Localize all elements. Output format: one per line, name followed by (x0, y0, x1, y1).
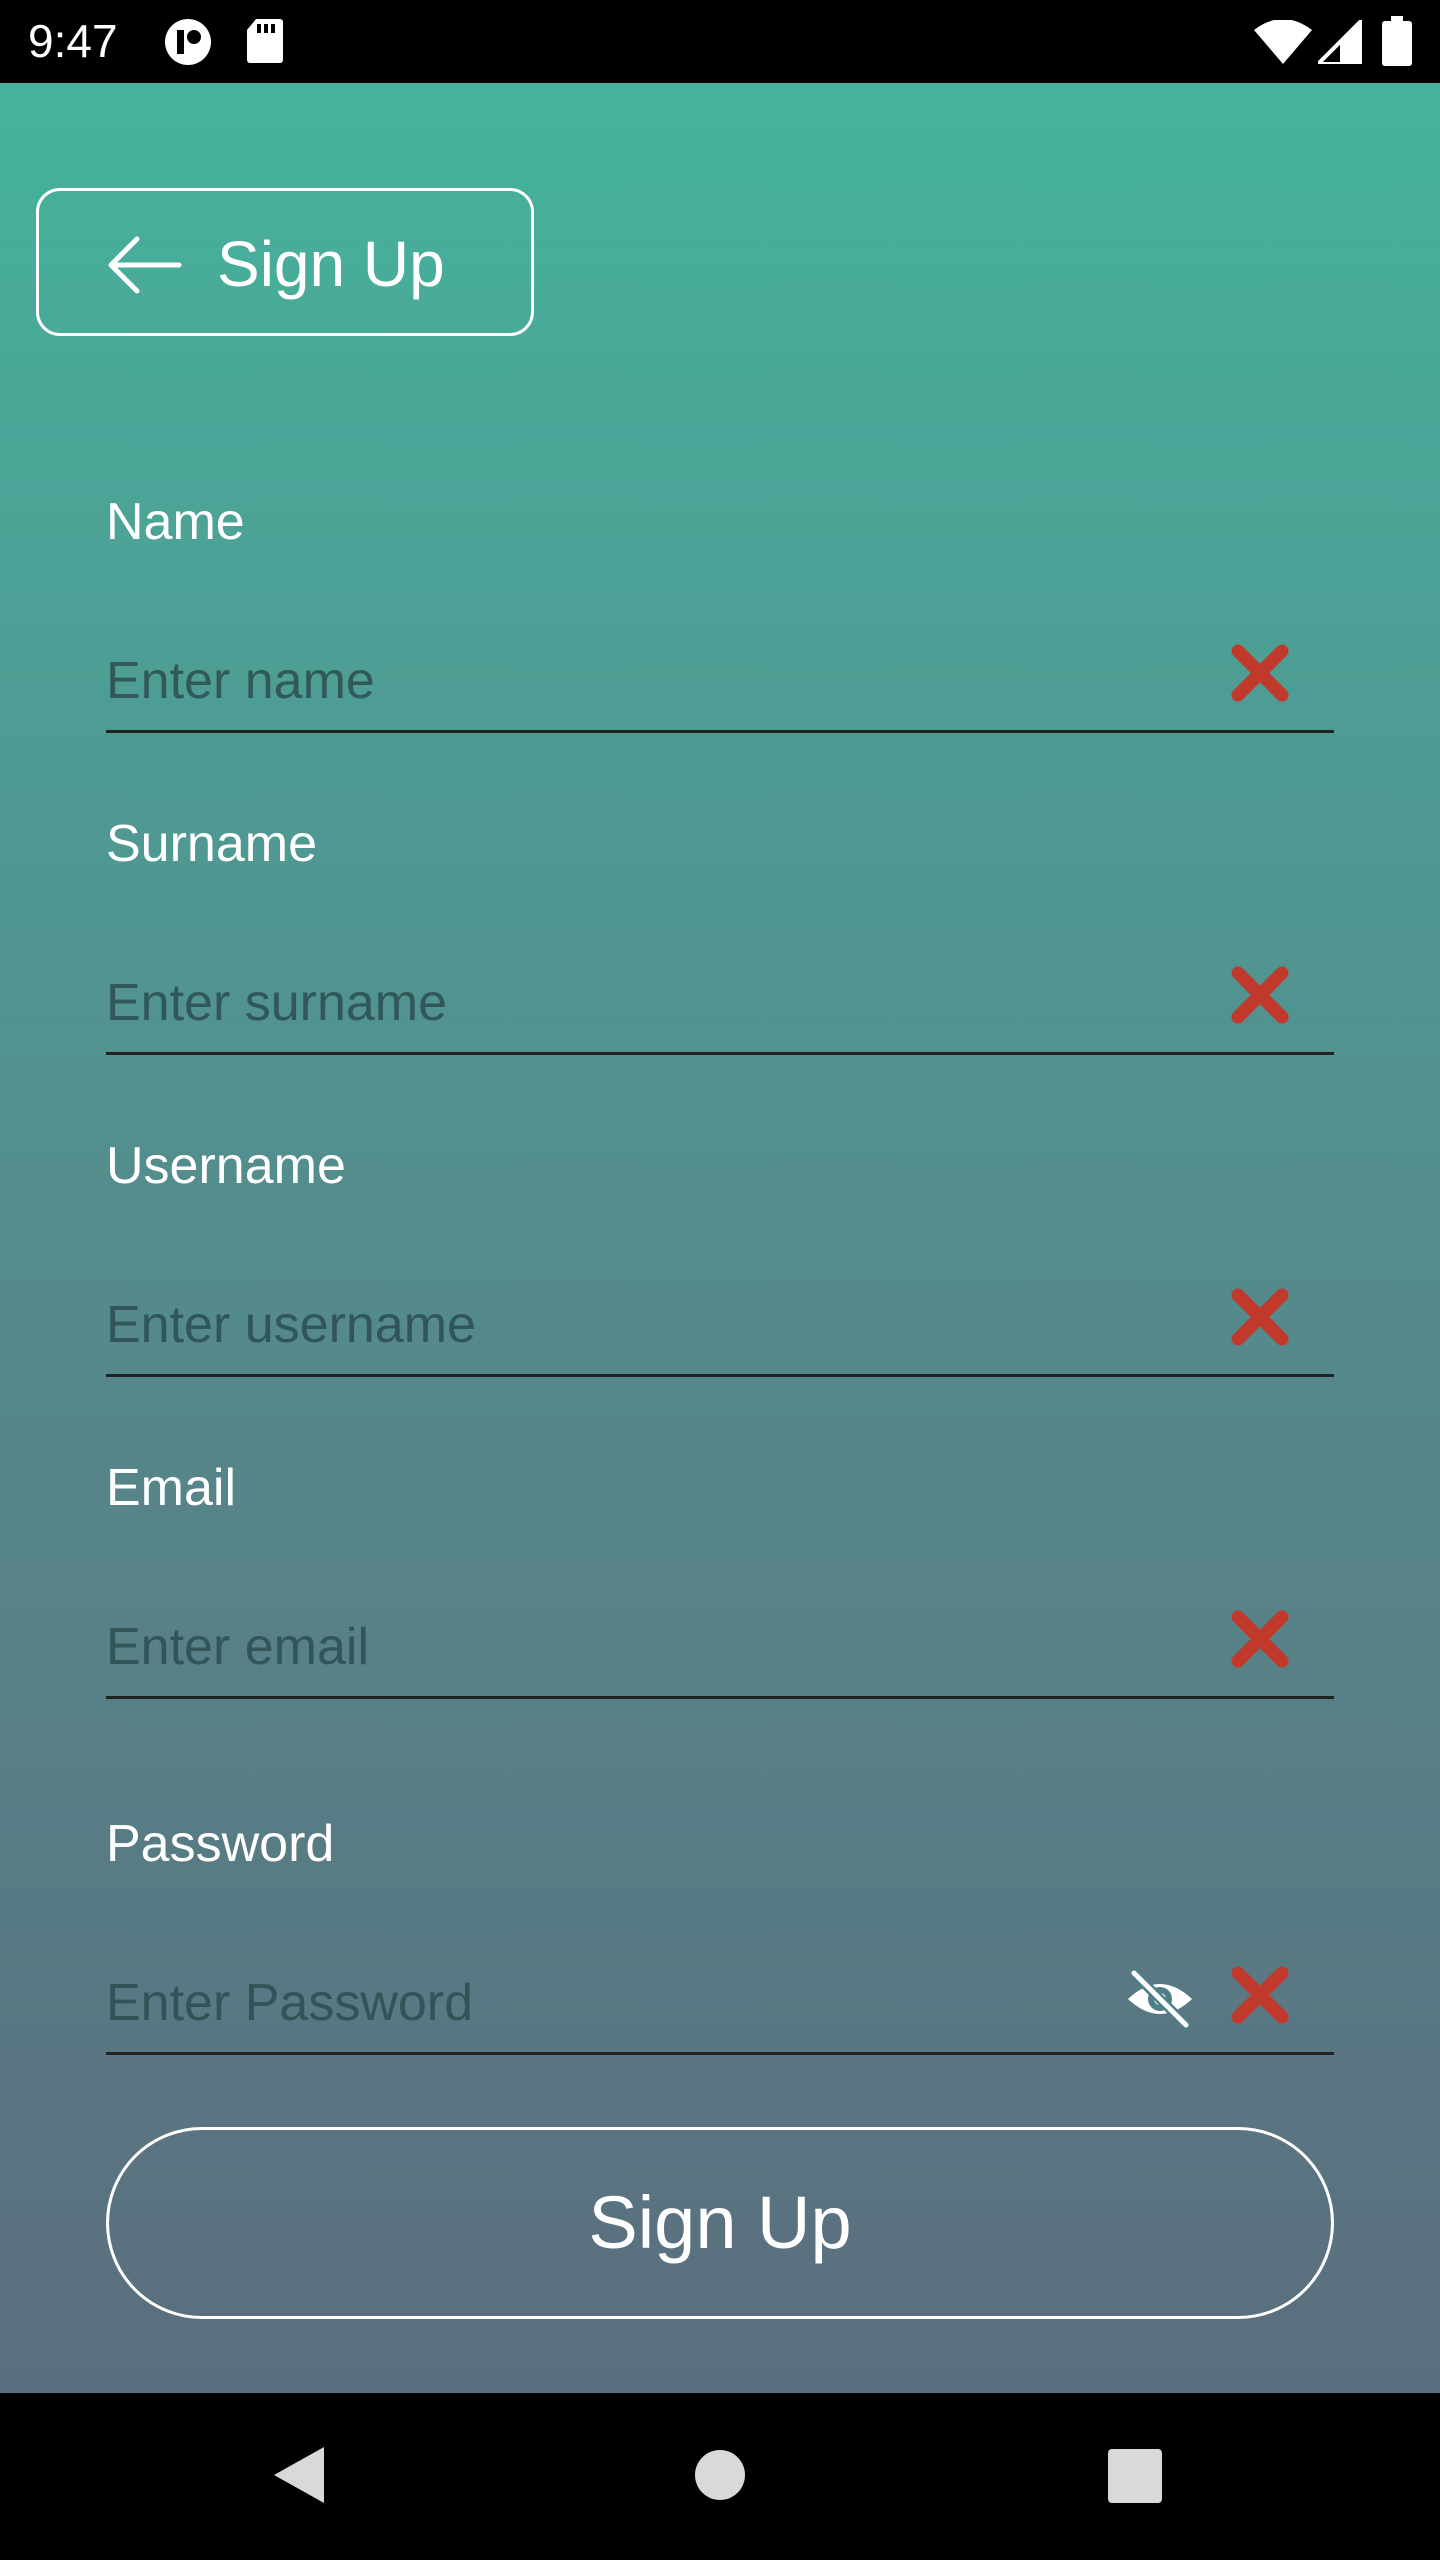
header-title: Sign Up (217, 228, 445, 300)
email-input[interactable] (106, 1599, 1106, 1695)
password-input[interactable] (106, 1955, 1106, 2051)
clear-password-icon[interactable] (1230, 1965, 1290, 2025)
surname-label: Surname (106, 815, 317, 873)
sd-card-icon (246, 18, 284, 69)
clear-surname-icon[interactable] (1230, 965, 1290, 1025)
username-label: Username (106, 1137, 346, 1195)
home-circle-icon[interactable] (694, 2449, 746, 2506)
back-triangle-icon[interactable] (270, 2443, 326, 2512)
signup-form-area: Sign Up Name Surname Username Email (0, 83, 1440, 2393)
recents-square-icon[interactable] (1108, 2449, 1162, 2508)
username-input[interactable] (106, 1277, 1106, 1373)
arrow-left-icon (107, 235, 183, 300)
eye-off-icon[interactable] (1124, 1968, 1196, 2030)
name-field (106, 633, 1334, 733)
battery-icon (1382, 16, 1412, 71)
status-bar: 9:47 (0, 0, 1440, 83)
clear-username-icon[interactable] (1230, 1287, 1290, 1347)
wifi-icon (1254, 19, 1312, 69)
password-field (106, 1955, 1334, 2055)
cell-signal-icon (1313, 15, 1364, 69)
password-label: Password (106, 1815, 335, 1873)
surname-field (106, 955, 1334, 1055)
surname-input[interactable] (106, 955, 1106, 1051)
signup-submit-button[interactable]: Sign Up (106, 2127, 1334, 2319)
username-field (106, 1277, 1334, 1377)
name-label: Name (106, 493, 245, 551)
email-label: Email (106, 1459, 237, 1517)
back-button[interactable]: Sign Up (36, 188, 534, 336)
clear-name-icon[interactable] (1230, 643, 1290, 703)
name-input[interactable] (106, 633, 1106, 729)
signup-screen: 9:47 Sign Up Name Enter name Surname Ent… (0, 0, 1440, 2560)
navigation-bar (0, 2393, 1440, 2560)
clear-email-icon[interactable] (1230, 1609, 1290, 1669)
status-time: 9:47 (28, 15, 118, 67)
email-field (106, 1599, 1334, 1699)
app-notification-icon (162, 18, 214, 71)
